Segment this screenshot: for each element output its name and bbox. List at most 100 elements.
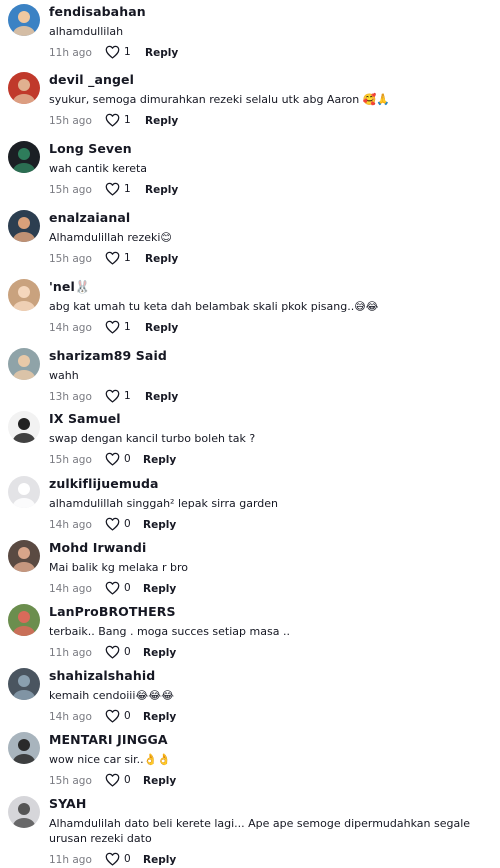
like-count: 1 [124,390,131,402]
avatar[interactable] [8,604,40,636]
like-button[interactable]: 0 [105,581,131,595]
comment-timestamp: 15h ago [49,454,92,466]
like-count: 1 [124,321,131,333]
comment-timestamp: 15h ago [49,253,92,265]
comment-text: wah cantik kereta [49,162,148,175]
reply-button[interactable]: Reply [143,583,176,595]
like-button[interactable]: 0 [105,645,131,659]
comment-meta: 15h ago 0 Reply [49,452,490,468]
reply-button[interactable]: Reply [143,454,176,466]
like-button[interactable]: 1 [105,251,131,265]
comment-username[interactable]: MENTARI JINGGA [49,732,490,748]
reply-button[interactable]: Reply [145,253,178,265]
heart-icon [105,45,120,59]
heart-icon [105,581,120,595]
like-count: 1 [124,252,131,264]
like-button[interactable]: 1 [105,182,131,196]
like-count: 0 [124,853,131,865]
comment-text: abg kat umah tu keta dah belambak skali … [49,300,379,313]
reply-button[interactable]: Reply [143,775,176,787]
comment-meta: 13h ago 1 Reply [49,389,490,405]
like-button[interactable]: 1 [105,45,131,59]
like-button[interactable]: 0 [105,452,131,466]
avatar[interactable] [8,411,40,443]
comment-meta: 15h ago 0 Reply [49,773,490,789]
like-button[interactable]: 1 [105,320,131,334]
comment-username[interactable]: shahizalshahid [49,668,490,684]
avatar[interactable] [8,4,40,36]
comment-text: Alhamdulillah rezeki😊 [49,231,172,244]
heart-icon [105,645,120,659]
comment-username[interactable]: enalzaianal [49,210,490,226]
comment-username[interactable]: SYAH [49,796,490,812]
avatar[interactable] [8,796,40,828]
avatar[interactable] [8,668,40,700]
heart-icon [105,517,120,531]
like-count: 0 [124,774,131,786]
heart-icon [105,852,120,866]
comment-text: wow nice car sir..👌👌 [49,753,172,766]
comment-username[interactable]: sharizam89 Said [49,348,490,364]
like-count: 1 [124,114,131,126]
comment-timestamp: 11h ago [49,47,92,59]
comment-meta: 11h ago 1 Reply [49,45,490,61]
comment-timestamp: 14h ago [49,322,92,334]
comment-text: terbaik.. Bang . moga succes setiap masa… [49,625,290,638]
comment-meta: 14h ago 0 Reply [49,517,490,533]
comment-timestamp: 15h ago [49,184,92,196]
comment-timestamp: 14h ago [49,583,92,595]
like-button[interactable]: 0 [105,517,131,531]
avatar[interactable] [8,476,40,508]
like-button[interactable]: 0 [105,852,131,866]
avatar[interactable] [8,279,40,311]
avatar[interactable] [8,540,40,572]
reply-button[interactable]: Reply [143,711,176,723]
heart-icon [105,320,120,334]
comment-timestamp: 11h ago [49,647,92,659]
like-count: 0 [124,518,131,530]
like-count: 1 [124,183,131,195]
comment-username[interactable]: Long Seven [49,141,490,157]
comment-username[interactable]: 'nel🐰 [49,279,490,295]
reply-button[interactable]: Reply [143,647,176,659]
like-count: 0 [124,710,131,722]
avatar[interactable] [8,210,40,242]
comment-text: alhamdullilah [49,25,124,38]
like-count: 0 [124,582,131,594]
reply-button[interactable]: Reply [145,115,178,127]
like-button[interactable]: 0 [105,709,131,723]
heart-icon [105,709,120,723]
comment-username[interactable]: zulkiflijuemuda [49,476,490,492]
avatar[interactable] [8,141,40,173]
reply-button[interactable]: Reply [145,391,178,403]
comment-text: wahh [49,369,79,382]
like-button[interactable]: 0 [105,773,131,787]
comment-meta: 14h ago 0 Reply [49,581,490,597]
comment-text: syukur, semoga dimurahkan rezeki selalu … [49,93,391,106]
comment-timestamp: 15h ago [49,115,92,127]
comment-username[interactable]: LanProBROTHERS [49,604,490,620]
like-button[interactable]: 1 [105,113,131,127]
comment-text: kemaih cendoiii😂😂😂 [49,689,174,702]
comment-timestamp: 14h ago [49,711,92,723]
reply-button[interactable]: Reply [143,519,176,531]
reply-button[interactable]: Reply [145,322,178,334]
like-button[interactable]: 1 [105,389,131,403]
comment-username[interactable]: IX Samuel [49,411,490,427]
comment-text: alhamdulillah singgah² lepak sirra garde… [49,497,279,510]
comment-meta: 15h ago 1 Reply [49,182,490,198]
comment-username[interactable]: fendisabahan [49,4,490,20]
avatar[interactable] [8,348,40,380]
reply-button[interactable]: Reply [145,47,178,59]
avatar[interactable] [8,72,40,104]
comment-timestamp: 15h ago [49,775,92,787]
comment-username[interactable]: devil _angel [49,72,490,88]
comment-meta: 11h ago 0 Reply [49,852,490,868]
comment-meta: 14h ago 0 Reply [49,709,490,725]
avatar[interactable] [8,732,40,764]
comment-meta: 11h ago 0 Reply [49,645,490,661]
heart-icon [105,389,120,403]
comment-username[interactable]: Mohd Irwandi [49,540,490,556]
heart-icon [105,113,120,127]
reply-button[interactable]: Reply [145,184,178,196]
